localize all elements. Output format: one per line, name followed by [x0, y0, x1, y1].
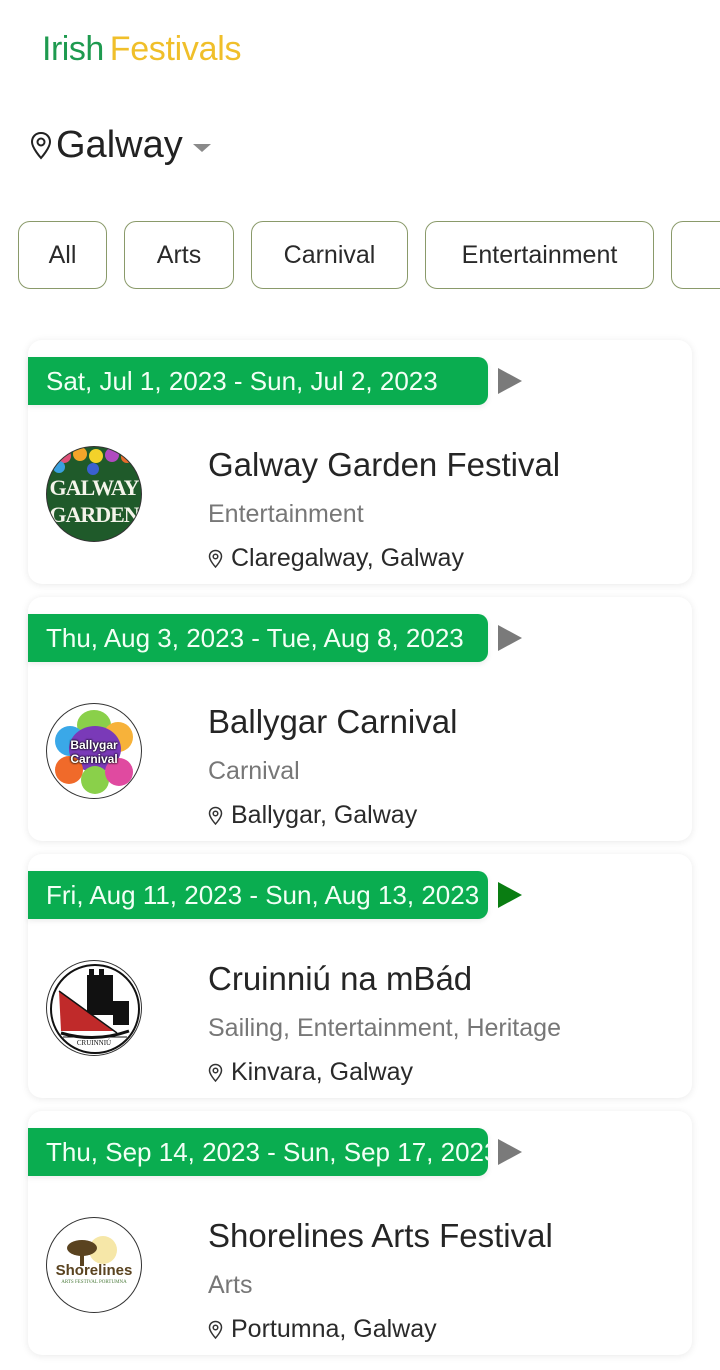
event-location-text: Portumna, Galway — [231, 1315, 437, 1343]
filter-chip-all[interactable]: All — [18, 221, 107, 289]
play-icon[interactable] — [498, 625, 522, 651]
play-icon[interactable] — [498, 368, 522, 394]
event-location-text: Ballygar, Galway — [231, 801, 418, 829]
brand-irish: Irish — [42, 30, 104, 68]
event-logo: CRUINNIÚ — [46, 960, 142, 1056]
event-card[interactable]: Thu, Sep 14, 2023 - Sun, Sep 17, 2023 Sh… — [28, 1111, 692, 1355]
date-badge: Sat, Jul 1, 2023 - Sun, Jul 2, 2023 — [28, 357, 488, 405]
event-title[interactable]: Shorelines Arts Festival — [208, 1217, 553, 1255]
map-pin-icon — [30, 131, 52, 159]
event-location: Kinvara, Galway — [208, 1058, 413, 1087]
event-location: Ballygar, Galway — [208, 801, 417, 830]
event-category: Entertainment — [208, 500, 364, 528]
event-logo: Ballygar Carnival — [46, 703, 142, 799]
filter-chip-partial[interactable] — [671, 221, 720, 289]
event-location: Portumna, Galway — [208, 1315, 437, 1344]
event-card[interactable]: Thu, Aug 3, 2023 - Tue, Aug 8, 2023 Ball… — [28, 597, 692, 841]
event-location: Claregalway, Galway — [208, 544, 464, 573]
location-name: Galway — [56, 124, 183, 166]
event-category: Arts — [208, 1271, 253, 1299]
category-filter-bar: All Arts Carnival Entertainment — [18, 221, 720, 289]
play-icon[interactable] — [498, 1139, 522, 1165]
map-pin-icon — [208, 806, 223, 825]
event-title[interactable]: Cruinniú na mBád — [208, 960, 472, 998]
play-icon[interactable] — [498, 882, 522, 908]
date-badge: Thu, Sep 14, 2023 - Sun, Sep 17, 2023 — [28, 1128, 488, 1176]
event-category: Carnival — [208, 757, 300, 785]
map-pin-icon — [208, 549, 223, 568]
event-title[interactable]: Galway Garden Festival — [208, 446, 560, 484]
event-location-text: Kinvara, Galway — [231, 1058, 414, 1086]
event-logo: Shorelines ARTS FESTIVAL PORTUMNA — [46, 1217, 142, 1313]
date-badge: Thu, Aug 3, 2023 - Tue, Aug 8, 2023 — [28, 614, 488, 662]
map-pin-icon — [208, 1320, 223, 1339]
filter-chip-carnival[interactable]: Carnival — [251, 221, 408, 289]
event-location-text: Claregalway, Galway — [231, 544, 464, 572]
event-card[interactable]: Sat, Jul 1, 2023 - Sun, Jul 2, 2023 GALW… — [28, 340, 692, 584]
brand-festivals: Festivals — [109, 30, 242, 68]
date-badge: Fri, Aug 11, 2023 - Sun, Aug 13, 2023 — [28, 871, 488, 919]
event-category: Sailing, Entertainment, Heritage — [208, 1014, 561, 1042]
filter-chip-arts[interactable]: Arts — [124, 221, 234, 289]
event-logo: GALWAY GARDEN — [46, 446, 142, 542]
map-pin-icon — [208, 1063, 223, 1082]
location-selector[interactable]: Galway — [30, 124, 211, 167]
event-card[interactable]: Fri, Aug 11, 2023 - Sun, Aug 13, 2023 CR… — [28, 854, 692, 1098]
event-title[interactable]: Ballygar Carnival — [208, 703, 457, 741]
app-logo: Irish Festivals — [42, 30, 241, 74]
filter-chip-entertainment[interactable]: Entertainment — [425, 221, 654, 289]
caret-down-icon — [192, 143, 211, 152]
